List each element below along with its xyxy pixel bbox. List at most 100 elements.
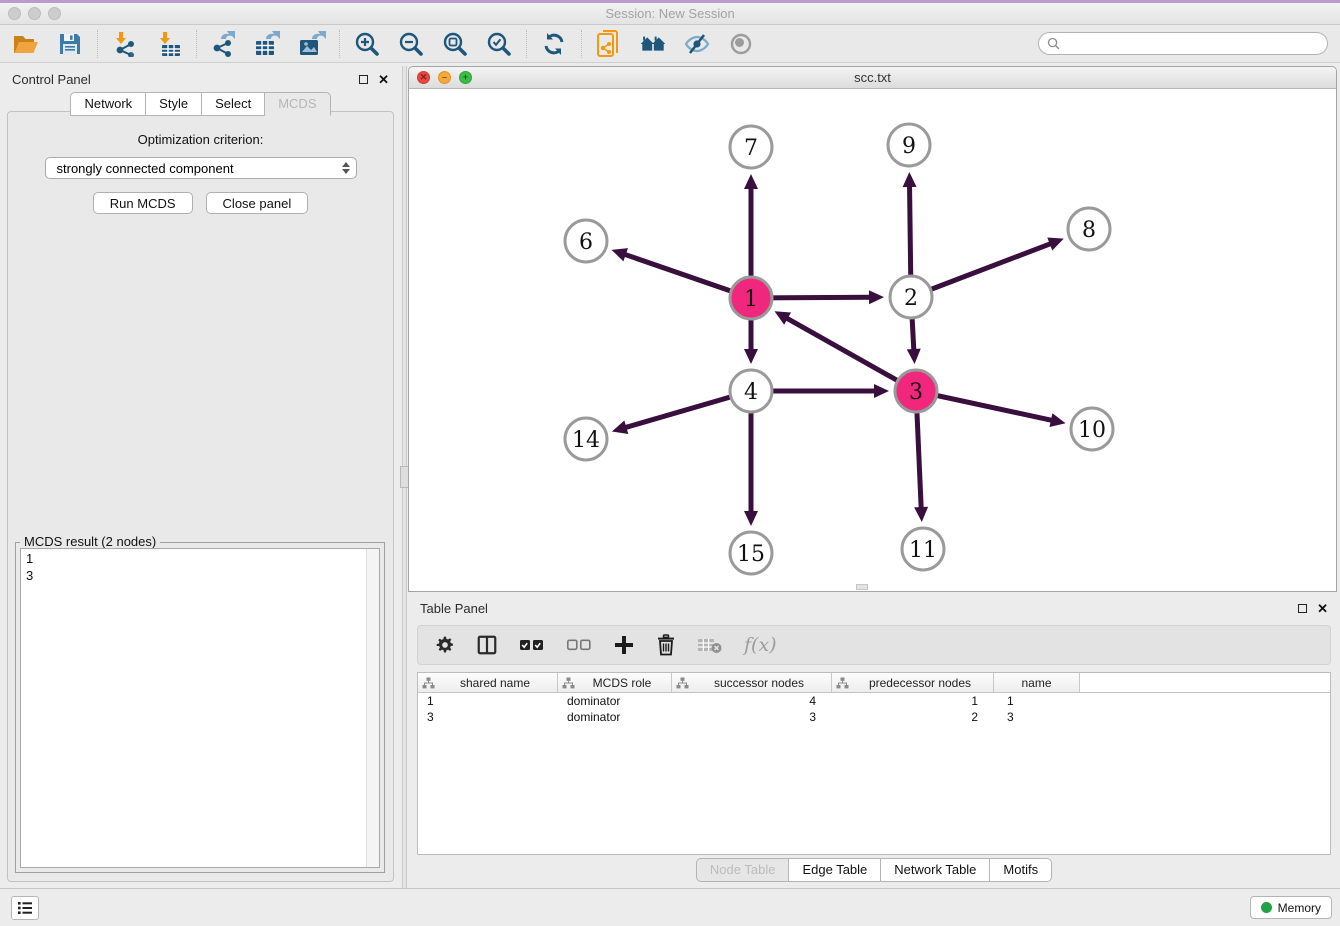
save-session-icon[interactable] [56, 30, 84, 58]
home-icon[interactable] [639, 30, 667, 58]
new-network-from-selection-icon[interactable] [595, 30, 623, 58]
deselect-all-columns-icon[interactable] [566, 638, 592, 652]
table-options-gear-icon[interactable] [435, 635, 455, 655]
show-all-eye-icon[interactable] [727, 30, 755, 58]
control-panel-title: Control Panel [12, 72, 91, 87]
table-panel-header: Table Panel ✕ [408, 595, 1340, 621]
graph-node-label: 1 [744, 287, 758, 312]
cell-predecessor-nodes[interactable]: 2 [832, 710, 994, 724]
tab-node-table[interactable]: Node Table [696, 858, 790, 882]
export-image-icon[interactable] [298, 30, 326, 58]
import-network-icon[interactable] [111, 30, 139, 58]
zoom-selected-icon[interactable] [485, 30, 513, 58]
graph-node-label: 3 [909, 380, 923, 405]
import-table-icon[interactable] [155, 30, 183, 58]
column-header-mcds-role[interactable]: MCDS role [558, 673, 672, 692]
cell-predecessor-nodes[interactable]: 1 [832, 694, 994, 708]
result-scrollbar[interactable] [366, 549, 379, 867]
export-table-icon[interactable] [254, 30, 282, 58]
control-panel-header: Control Panel ✕ [0, 66, 401, 92]
graph-node-label: 7 [744, 136, 758, 161]
network-canvas[interactable]: 1234678910111415 [409, 89, 1336, 591]
close-panel-button[interactable]: Close panel [206, 192, 309, 214]
mcds-result-title: MCDS result (2 nodes) [20, 534, 160, 549]
graph-arrowhead [744, 349, 758, 364]
refresh-layout-icon[interactable] [540, 30, 568, 58]
criterion-selected-value: strongly connected component [57, 161, 234, 176]
graph-arrowhead [914, 507, 928, 522]
tab-style[interactable]: Style [146, 92, 202, 116]
cell-name[interactable]: 1 [994, 694, 1080, 708]
toolbar-separator [97, 30, 98, 58]
graph-node-label: 10 [1078, 418, 1106, 443]
column-header-successor-nodes[interactable]: successor nodes [672, 673, 832, 692]
delete-columns-trash-icon[interactable] [656, 634, 676, 656]
graph-edge-2-8[interactable] [911, 243, 1052, 297]
criterion-select[interactable]: strongly connected component [45, 157, 357, 179]
table-row[interactable]: 1 dominator 4 1 1 [418, 693, 1330, 709]
table-toolbar: f(x) [417, 625, 1331, 665]
export-network-icon[interactable] [210, 30, 238, 58]
column-header-shared-name[interactable]: shared name [418, 673, 558, 692]
close-panel-icon[interactable]: ✕ [378, 73, 389, 86]
graph-node-label: 4 [744, 380, 758, 405]
search-icon [1047, 37, 1060, 50]
status-bar: Memory [0, 888, 1340, 926]
float-panel-icon[interactable] [359, 75, 368, 84]
network-resize-handle[interactable] [856, 584, 868, 590]
cell-successor-nodes[interactable]: 3 [672, 710, 832, 724]
show-column-panel-icon[interactable] [476, 634, 498, 656]
cell-name[interactable]: 3 [994, 710, 1080, 724]
memory-button[interactable]: Memory [1250, 896, 1332, 919]
tab-network-table[interactable]: Network Table [881, 858, 990, 882]
tab-mcds[interactable]: MCDS [265, 92, 330, 116]
optimization-criterion-label: Optimization criterion: [8, 132, 393, 147]
tab-edge-table[interactable]: Edge Table [789, 858, 881, 882]
graph-arrowhead [744, 511, 758, 526]
cell-mcds-role[interactable]: dominator [558, 710, 672, 724]
task-history-button[interactable] [11, 896, 39, 920]
graph-node-label: 9 [902, 134, 916, 159]
select-stepper-icon [342, 158, 350, 178]
column-header-name[interactable]: name [994, 673, 1080, 692]
select-all-columns-icon[interactable] [519, 638, 545, 652]
graph-arrowhead [903, 172, 917, 187]
tab-network[interactable]: Network [70, 92, 146, 116]
search-input[interactable] [1065, 37, 1319, 51]
open-file-icon[interactable] [12, 30, 40, 58]
task-list-icon [17, 901, 33, 915]
table-tabs: Node Table Edge Table Network Table Moti… [408, 858, 1340, 882]
hide-selected-eye-icon[interactable] [683, 30, 711, 58]
graph-node-label: 6 [579, 230, 593, 255]
tab-select[interactable]: Select [202, 92, 265, 116]
toolbar-search [1038, 32, 1328, 55]
close-table-panel-icon[interactable]: ✕ [1317, 602, 1328, 615]
network-window-titlebar[interactable]: ✕ – + scc.txt [409, 67, 1336, 89]
cell-successor-nodes[interactable]: 4 [672, 694, 832, 708]
run-mcds-button[interactable]: Run MCDS [93, 192, 193, 214]
mcds-result-groupbox: MCDS result (2 nodes) 1 3 [15, 542, 385, 873]
column-header-predecessor-nodes[interactable]: predecessor nodes [832, 673, 994, 692]
network-graph: 1234678910111415 [409, 89, 1336, 591]
table-row[interactable]: 3 dominator 3 2 3 [418, 709, 1330, 725]
tab-motifs[interactable]: Motifs [990, 858, 1052, 882]
mcds-result-text[interactable]: 1 3 [21, 549, 366, 867]
graph-arrowhead [612, 248, 628, 261]
create-column-icon[interactable] [613, 634, 635, 656]
graph-arrowhead [612, 421, 628, 434]
network-window-title: scc.txt [409, 70, 1336, 85]
cell-shared-name[interactable]: 1 [418, 694, 558, 708]
vertical-splitter[interactable] [402, 66, 407, 888]
zoom-out-icon[interactable] [397, 30, 425, 58]
column-type-icon [676, 677, 689, 689]
zoom-in-icon[interactable] [353, 30, 381, 58]
graph-node-label: 15 [737, 542, 765, 567]
graph-node-label: 11 [909, 538, 937, 563]
graph-node-label: 8 [1082, 218, 1096, 243]
cell-mcds-role[interactable]: dominator [558, 694, 672, 708]
cell-shared-name[interactable]: 3 [418, 710, 558, 724]
graph-node-label: 2 [904, 286, 918, 311]
zoom-fit-icon[interactable] [441, 30, 469, 58]
toolbar-separator [526, 30, 527, 58]
float-table-panel-icon[interactable] [1298, 604, 1307, 613]
